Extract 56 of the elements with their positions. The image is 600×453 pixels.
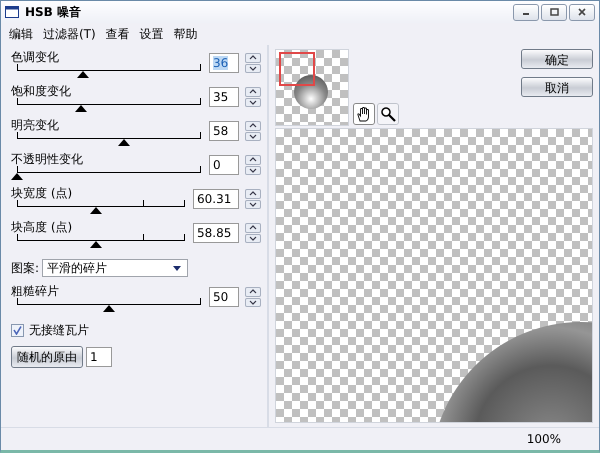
random-seed-button[interactable]: 随机的原由 <box>11 346 83 368</box>
spin-buttons[interactable] <box>245 53 261 73</box>
value-field[interactable]: 60.31 <box>193 189 239 209</box>
slider-label: 色调变化 <box>11 49 59 66</box>
menu-item[interactable]: 帮助 <box>170 24 202 44</box>
maximize-button[interactable] <box>541 4 567 20</box>
window-title: HSB 噪音 <box>25 4 82 20</box>
close-icon <box>578 8 586 16</box>
preview-thumbnail[interactable] <box>275 49 349 126</box>
spin-buttons[interactable] <box>245 121 261 141</box>
slider-label: 不透明性变化 <box>11 151 83 168</box>
close-button[interactable] <box>569 4 595 20</box>
zoom-level: 100% <box>526 432 561 446</box>
value-field[interactable]: 58 <box>209 121 239 141</box>
minimize-button[interactable] <box>513 4 539 20</box>
spin-buttons[interactable] <box>245 189 261 209</box>
menu-item[interactable]: 过滤器(T) <box>39 24 100 44</box>
dialog-button[interactable]: 取消 <box>521 77 593 97</box>
slider-thumb[interactable] <box>11 173 23 180</box>
value-field[interactable]: 58.85 <box>193 223 239 243</box>
hand-icon <box>356 106 372 122</box>
dropdown-arrow-icon <box>173 266 182 270</box>
slider-label: 块高度 (点) <box>11 219 72 236</box>
checkbox-label: 无接缝瓦片 <box>29 322 89 338</box>
magnifier-icon <box>380 106 396 122</box>
seed-field[interactable]: 1 <box>86 347 112 367</box>
slider-thumb[interactable] <box>75 105 88 112</box>
pan-tool[interactable] <box>353 103 375 125</box>
value-field[interactable]: 35 <box>209 87 239 107</box>
slider-thumb[interactable] <box>77 71 90 78</box>
menu-item[interactable]: 查看 <box>102 24 134 44</box>
spin-buttons[interactable] <box>245 155 261 175</box>
pattern-label: 图案: <box>11 260 40 276</box>
window-icon <box>5 6 19 18</box>
value-field[interactable]: 0 <box>209 155 239 175</box>
slider-thumb[interactable] <box>118 139 130 146</box>
spin-buttons[interactable] <box>245 87 261 107</box>
value-field[interactable]: 50 <box>209 287 239 307</box>
menu-item[interactable]: 设置 <box>136 24 168 44</box>
pattern-dropdown[interactable]: 平滑的碎片 <box>42 259 188 277</box>
slider-thumb[interactable] <box>90 241 102 248</box>
slider[interactable] <box>11 166 201 181</box>
slider-label: 明亮变化 <box>11 117 59 134</box>
menu-item[interactable]: 编辑 <box>5 24 37 44</box>
slider-thumb[interactable] <box>90 207 102 214</box>
value-field[interactable]: 36 <box>209 53 239 73</box>
dialog-button[interactable]: 确定 <box>521 49 593 69</box>
zoom-tool[interactable] <box>377 103 399 125</box>
slider-thumb[interactable] <box>103 305 115 312</box>
maximize-icon <box>550 8 558 16</box>
checkbox[interactable] <box>11 324 24 336</box>
slider-label: 块宽度 (点) <box>11 185 72 202</box>
slider-label: 粗糙碎片 <box>11 283 59 300</box>
slider-label: 饱和度变化 <box>11 83 71 100</box>
spin-buttons[interactable] <box>245 223 261 243</box>
spin-buttons[interactable] <box>245 287 261 307</box>
